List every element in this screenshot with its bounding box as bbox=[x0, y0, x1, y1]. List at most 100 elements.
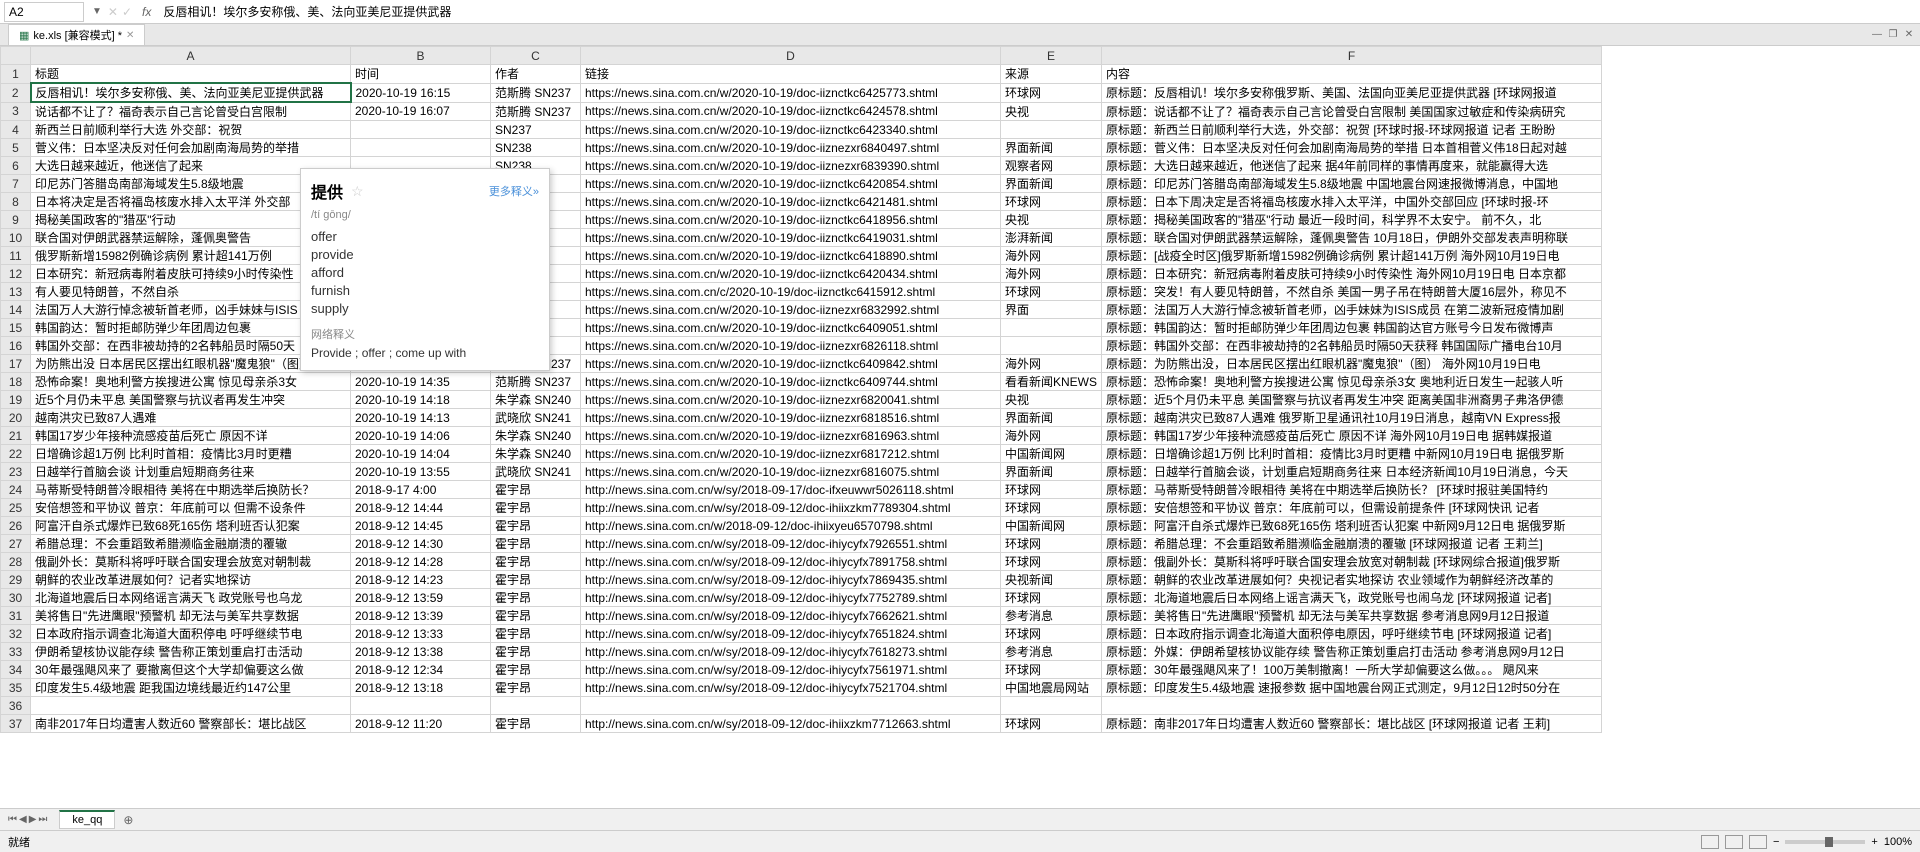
cell[interactable]: 央视 bbox=[1001, 102, 1102, 121]
row-header[interactable]: 3 bbox=[1, 102, 31, 121]
cell[interactable]: 朱学森 SN240 bbox=[491, 391, 581, 409]
cell[interactable]: 参考消息 bbox=[1001, 607, 1102, 625]
cell[interactable]: https://news.sina.com.cn/w/2020-10-19/do… bbox=[581, 121, 1001, 139]
cell[interactable]: 央视 bbox=[1001, 391, 1102, 409]
cell[interactable]: 菅义伟：日本坚决反对任何会加剧南海局势的举措 bbox=[31, 139, 351, 157]
row-header[interactable]: 20 bbox=[1, 409, 31, 427]
row-header[interactable]: 8 bbox=[1, 193, 31, 211]
cell[interactable] bbox=[351, 121, 491, 139]
cell[interactable]: 环球网 bbox=[1001, 715, 1102, 733]
cell[interactable]: 霍宇昂 bbox=[491, 481, 581, 499]
cell[interactable]: 海外网 bbox=[1001, 247, 1102, 265]
cell[interactable]: 原标题：[战疫全时区]俄罗斯新增15982例确诊病例 累计超141万例 海外网1… bbox=[1102, 247, 1602, 265]
cell[interactable]: SN238 bbox=[491, 139, 581, 157]
col-header-E[interactable]: E bbox=[1001, 47, 1102, 65]
cell[interactable]: 朱学森 SN240 bbox=[491, 445, 581, 463]
restore-icon[interactable]: ❐ bbox=[1886, 28, 1900, 42]
row-header[interactable]: 27 bbox=[1, 535, 31, 553]
row-header[interactable]: 36 bbox=[1, 697, 31, 715]
cell[interactable]: 2020-10-19 14:06 bbox=[351, 427, 491, 445]
normal-view-icon[interactable] bbox=[1701, 835, 1719, 849]
zoom-slider[interactable] bbox=[1785, 840, 1865, 844]
cell[interactable]: 原标题：恐怖命案！奥地利警方挨搜进公寓 惊见母亲杀3女 奥地利近日发生一起骇人听 bbox=[1102, 373, 1602, 391]
row-header[interactable]: 35 bbox=[1, 679, 31, 697]
cell[interactable]: 2018-9-12 11:20 bbox=[351, 715, 491, 733]
row-header[interactable]: 17 bbox=[1, 355, 31, 373]
cell[interactable]: 2020-10-19 14:04 bbox=[351, 445, 491, 463]
more-definitions-link[interactable]: 更多释义» bbox=[489, 183, 539, 199]
cell[interactable]: https://news.sina.com.cn/w/2020-10-19/do… bbox=[581, 211, 1001, 229]
cell[interactable]: http://news.sina.com.cn/w/2018-09-12/doc… bbox=[581, 517, 1001, 535]
col-header-D[interactable]: D bbox=[581, 47, 1001, 65]
cell[interactable]: 原标题：印尼苏门答腊岛南部海域发生5.8级地震 中国地震台网速报微博消息，中国地 bbox=[1102, 175, 1602, 193]
row-header[interactable]: 26 bbox=[1, 517, 31, 535]
row-header[interactable]: 6 bbox=[1, 157, 31, 175]
cell[interactable]: http://news.sina.com.cn/w/sy/2018-09-12/… bbox=[581, 589, 1001, 607]
cell[interactable]: 原标题：希腊总理：不会重蹈致希腊濒临金融崩溃的覆辙 [环球网报道 记者 王莉兰] bbox=[1102, 535, 1602, 553]
cell[interactable]: 澎湃新闻 bbox=[1001, 229, 1102, 247]
cell[interactable]: 环球网 bbox=[1001, 193, 1102, 211]
cell[interactable]: 霍宇昂 bbox=[491, 661, 581, 679]
cell[interactable]: 环球网 bbox=[1001, 535, 1102, 553]
cell[interactable]: 朱学森 SN240 bbox=[491, 427, 581, 445]
name-box-dropdown-icon[interactable]: ▼ bbox=[92, 6, 102, 17]
cell[interactable]: 2018-9-12 14:23 bbox=[351, 571, 491, 589]
cell[interactable]: 近5个月仍未平息 美国警察与抗议者再发生冲突 bbox=[31, 391, 351, 409]
cell[interactable]: 原标题：日本政府指示调查北海道大面积停电原因，呼吁继续节电 [环球网报道 记者] bbox=[1102, 625, 1602, 643]
cell[interactable]: http://news.sina.com.cn/w/sy/2018-09-12/… bbox=[581, 535, 1001, 553]
cell[interactable]: 2020-10-19 13:55 bbox=[351, 463, 491, 481]
cell[interactable]: 霍宇昂 bbox=[491, 643, 581, 661]
cell[interactable]: 反唇相讥！埃尔多安称俄、美、法向亚美尼亚提供武器 bbox=[31, 83, 351, 102]
cell[interactable] bbox=[1001, 319, 1102, 337]
star-icon[interactable]: ☆ bbox=[351, 183, 364, 200]
row-header[interactable]: 9 bbox=[1, 211, 31, 229]
cell[interactable]: 原标题：说话都不让了？福奇表示自己言论曾受白宫限制 美国国家过敏症和传染病研究 bbox=[1102, 102, 1602, 121]
cell[interactable]: 霍宇昂 bbox=[491, 499, 581, 517]
cell[interactable]: 原标题：日增确诊超1万例 比利时首相：疫情比3月时更糟 中新网10月19日电 据… bbox=[1102, 445, 1602, 463]
row-header[interactable]: 14 bbox=[1, 301, 31, 319]
cell[interactable]: 原标题：朝鲜的农业改革进展如何？央视记者实地探访 农业领域作为朝鲜经济改革的 bbox=[1102, 571, 1602, 589]
cell[interactable]: https://news.sina.com.cn/w/2020-10-19/do… bbox=[581, 83, 1001, 102]
cell[interactable]: http://news.sina.com.cn/w/sy/2018-09-12/… bbox=[581, 607, 1001, 625]
cell[interactable]: https://news.sina.com.cn/w/2020-10-19/do… bbox=[581, 427, 1001, 445]
cell[interactable]: 原标题：30年最强飓风来了！100万美制撤离！一所大学却偏要这么做。。。 飓风来 bbox=[1102, 661, 1602, 679]
cell[interactable]: 原标题：法国万人大游行悼念被斩首老师，凶手妹妹为ISIS成员 在第二波新冠疫情加… bbox=[1102, 301, 1602, 319]
cell[interactable]: 霍宇昂 bbox=[491, 517, 581, 535]
cell[interactable] bbox=[491, 697, 581, 715]
cell[interactable]: https://news.sina.com.cn/w/2020-10-19/do… bbox=[581, 445, 1001, 463]
cell[interactable]: 原标题：韩国韵达：暂时拒邮防弹少年团周边包裹 韩国韵达官方账号今日发布微博声 bbox=[1102, 319, 1602, 337]
row-header[interactable]: 29 bbox=[1, 571, 31, 589]
cell[interactable]: 霍宇昂 bbox=[491, 607, 581, 625]
sheet-nav-last-icon[interactable]: ⏭ bbox=[38, 814, 47, 825]
cell[interactable]: 美将售日"先进鹰眼"预警机 却无法与美军共享数据 bbox=[31, 607, 351, 625]
cell[interactable]: 2018-9-12 14:45 bbox=[351, 517, 491, 535]
cell[interactable]: 2018-9-12 12:34 bbox=[351, 661, 491, 679]
cell[interactable]: 原标题：美将售日"先进鹰眼"预警机 却无法与美军共享数据 参考消息网9月12日报… bbox=[1102, 607, 1602, 625]
cell[interactable]: 范斯腾 SN237 bbox=[491, 102, 581, 121]
cell[interactable]: 霍宇昂 bbox=[491, 679, 581, 697]
cell[interactable]: 中国新闻网 bbox=[1001, 445, 1102, 463]
cell[interactable] bbox=[351, 139, 491, 157]
cell[interactable]: 2018-9-12 14:30 bbox=[351, 535, 491, 553]
row-header[interactable]: 15 bbox=[1, 319, 31, 337]
cell[interactable]: 来源 bbox=[1001, 65, 1102, 84]
cell[interactable]: 界面新闻 bbox=[1001, 139, 1102, 157]
cell[interactable]: 内容 bbox=[1102, 65, 1602, 84]
minimize-icon[interactable]: — bbox=[1870, 28, 1884, 42]
row-header[interactable]: 10 bbox=[1, 229, 31, 247]
row-header[interactable]: 4 bbox=[1, 121, 31, 139]
cell[interactable]: https://news.sina.com.cn/w/2020-10-19/do… bbox=[581, 337, 1001, 355]
cell[interactable]: 环球网 bbox=[1001, 499, 1102, 517]
cell[interactable]: 参考消息 bbox=[1001, 643, 1102, 661]
row-header[interactable]: 5 bbox=[1, 139, 31, 157]
row-header[interactable]: 24 bbox=[1, 481, 31, 499]
row-header[interactable]: 33 bbox=[1, 643, 31, 661]
cell[interactable]: 2018-9-17 4:00 bbox=[351, 481, 491, 499]
cell[interactable] bbox=[351, 697, 491, 715]
cell[interactable]: 霍宇昂 bbox=[491, 589, 581, 607]
page-break-view-icon[interactable] bbox=[1749, 835, 1767, 849]
cell[interactable]: 希腊总理：不会重蹈致希腊濒临金融崩溃的覆辙 bbox=[31, 535, 351, 553]
cell[interactable]: https://news.sina.com.cn/w/2020-10-19/do… bbox=[581, 463, 1001, 481]
cell[interactable] bbox=[1102, 697, 1602, 715]
row-header[interactable]: 11 bbox=[1, 247, 31, 265]
